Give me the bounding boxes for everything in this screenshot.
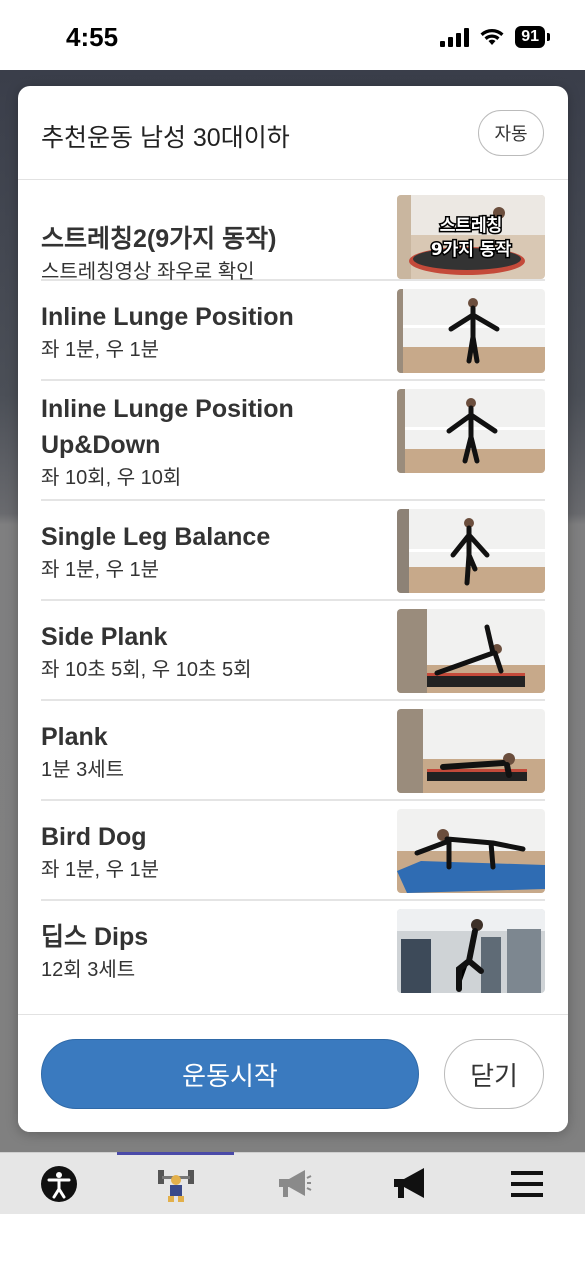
plank-thumbnail-image: [397, 709, 545, 793]
tab-accessibility[interactable]: [0, 1153, 117, 1215]
list-item[interactable]: 딥스 Dips 12회 3세트: [41, 901, 545, 1001]
thumb-caption-2: 9가지 동작: [431, 240, 512, 260]
thumb-caption-1: 스트레칭: [440, 216, 503, 236]
list-item[interactable]: Inline Lunge Position 좌 1분, 우 1분: [41, 281, 545, 381]
inline-lunge-updown-thumbnail-image: [397, 389, 545, 473]
exercise-title: Single Leg Balance: [41, 523, 271, 551]
tab-notice[interactable]: [351, 1153, 468, 1215]
list-item[interactable]: Single Leg Balance 좌 1분, 우 1분: [41, 501, 545, 601]
modal-title: 추천운동 남성 30대이하: [41, 124, 290, 152]
wifi-icon: [480, 29, 504, 45]
list-item[interactable]: Side Plank 좌 10초 5회, 우 10초 5회: [41, 601, 545, 701]
exercise-subtitle: 좌 1분, 우 1분: [41, 339, 160, 361]
megaphone-outline-icon: [278, 1170, 311, 1197]
modal-footer: 운동시작 닫기: [18, 1014, 568, 1132]
bird-dog-thumbnail-image: [397, 809, 545, 893]
exercise-thumbnail[interactable]: [397, 509, 545, 593]
exercise-subtitle: 좌 1분, 우 1분: [41, 559, 160, 581]
exercise-thumbnail[interactable]: 스트레칭 9가지 동작: [397, 195, 545, 279]
status-time: 4:55: [66, 22, 119, 52]
dips-thumbnail-image: [397, 909, 545, 993]
list-item[interactable]: Inline Lunge Position Up&Down 좌 10회, 우 1…: [41, 381, 545, 501]
status-bar: 4:55 91: [0, 0, 585, 70]
exercise-title: Bird Dog: [41, 823, 147, 851]
exercise-list[interactable]: 스트레칭2(9가지 동작) 스트레칭영상 좌우로 확인 스트레칭 9가지 동작: [18, 181, 568, 1014]
home-indicator-area: [0, 1214, 585, 1266]
exercise-subtitle: 좌 10회, 우 10회: [41, 467, 182, 489]
exercise-subtitle: 12회 3세트: [41, 959, 136, 981]
exercise-title: 스트레칭2(9가지 동작): [41, 225, 277, 253]
cellular-signal-icon: [440, 27, 470, 47]
list-item[interactable]: Bird Dog 좌 1분, 우 1분: [41, 801, 545, 901]
weightlifter-icon: [157, 1170, 194, 1202]
exercise-title: Plank: [41, 723, 108, 751]
exercise-subtitle: 좌 10초 5회, 우 10초 5회: [41, 659, 252, 681]
battery-indicator: 91: [515, 26, 550, 48]
exercise-thumbnail[interactable]: [397, 809, 545, 893]
single-leg-balance-thumbnail-image: [397, 509, 545, 593]
accessibility-icon: [40, 1166, 77, 1202]
exercise-thumbnail[interactable]: [397, 289, 545, 373]
list-item[interactable]: Plank 1분 3세트: [41, 701, 545, 801]
inline-lunge-thumbnail-image: [397, 289, 545, 373]
start-workout-button[interactable]: 운동시작: [41, 1039, 419, 1109]
status-icons: 91: [440, 26, 550, 48]
auto-button[interactable]: 자동: [478, 110, 544, 156]
stretching-thumbnail-image: 스트레칭 9가지 동작: [397, 195, 545, 279]
exercise-thumbnail[interactable]: [397, 909, 545, 993]
megaphone-icon: [393, 1168, 424, 1198]
side-plank-thumbnail-image: [397, 609, 545, 693]
recommended-workout-modal: 추천운동 남성 30대이하 자동 스트레칭2(9가지 동작) 스트레칭영상 좌우…: [18, 86, 568, 1132]
exercise-title: 딥스 Dips: [41, 923, 149, 951]
bottom-tab-bar: [0, 1152, 585, 1214]
tab-workout[interactable]: [117, 1152, 234, 1215]
close-button[interactable]: 닫기: [444, 1039, 544, 1109]
modal-header: 추천운동 남성 30대이하 자동: [18, 86, 568, 180]
list-item[interactable]: 스트레칭2(9가지 동작) 스트레칭영상 좌우로 확인 스트레칭 9가지 동작: [41, 181, 545, 283]
exercise-thumbnail[interactable]: [397, 709, 545, 793]
hamburger-menu-icon: [510, 1171, 543, 1197]
exercise-title: Side Plank: [41, 623, 168, 651]
exercise-thumbnail[interactable]: [397, 389, 545, 473]
exercise-subtitle: 1분 3세트: [41, 759, 125, 781]
exercise-thumbnail[interactable]: [397, 609, 545, 693]
exercise-title: Inline Lunge Position Up&Down: [41, 395, 294, 459]
tab-menu[interactable]: [468, 1153, 585, 1215]
exercise-subtitle: 좌 1분, 우 1분: [41, 859, 160, 881]
exercise-title: Inline Lunge Position: [41, 303, 294, 331]
tab-announcement[interactable]: [234, 1153, 351, 1215]
